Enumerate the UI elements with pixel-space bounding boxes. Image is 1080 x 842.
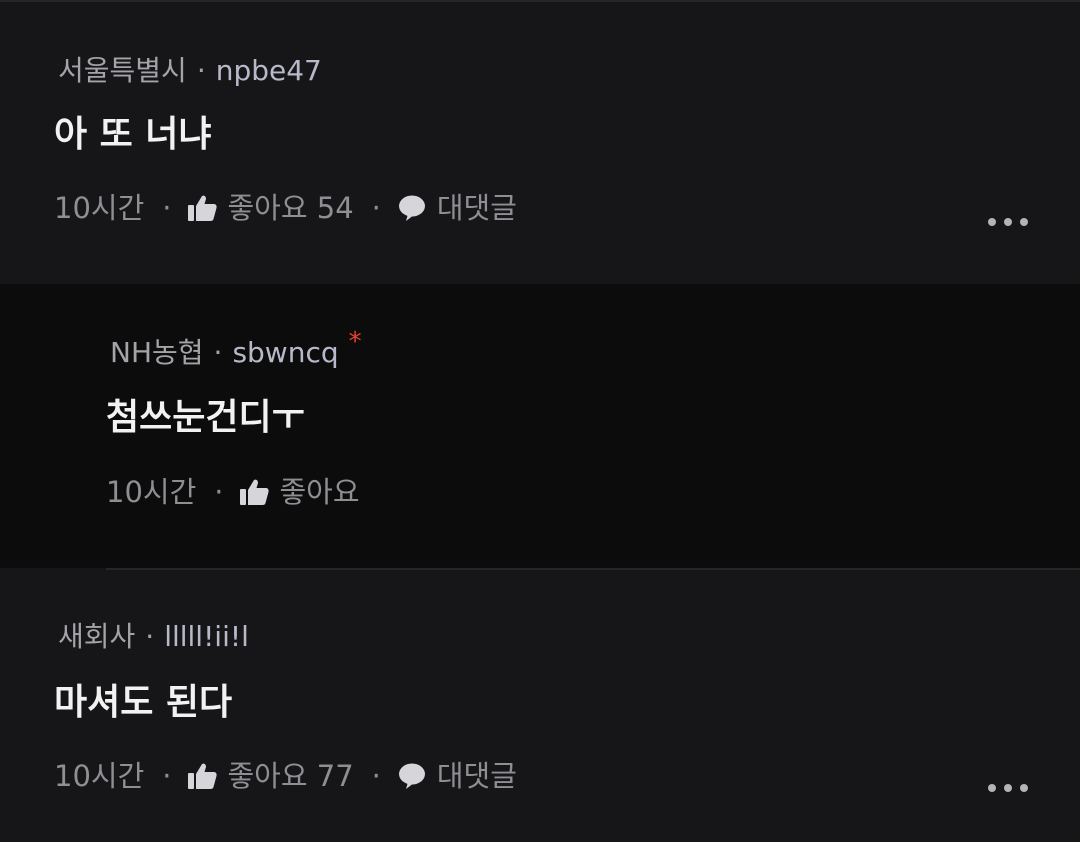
author-badge: * <box>348 327 362 357</box>
comment-time: 10시간 <box>54 759 145 793</box>
comment-actions: 10시간 · 좋아요 54 · 대댓글 <box>54 190 517 226</box>
like-label: 좋아요 <box>227 759 308 793</box>
more-options-icon[interactable] <box>988 216 1028 228</box>
thumbs-up-icon[interactable] <box>187 762 218 790</box>
reply-item: NH농협 · sbwncq * 첨쓰눈건디ㅜ 10시간 · 좋아요 <box>0 284 1080 568</box>
thumbs-up-icon[interactable] <box>187 194 218 222</box>
author-location: NH농협 <box>110 336 204 369</box>
like-button[interactable]: 좋아요 <box>279 474 359 510</box>
author-username[interactable]: npbe47 <box>216 54 322 87</box>
action-separator: · <box>162 191 172 225</box>
like-button[interactable]: 좋아요 77 <box>227 758 353 794</box>
comment-actions: 10시간 · 좋아요 77 · 대댓글 <box>54 758 517 794</box>
author-username[interactable]: sbwncq <box>232 336 338 369</box>
comment-actions: 10시간 · 좋아요 <box>106 474 360 510</box>
comment-meta: 새회사 · lllll!ii!l <box>58 620 249 654</box>
action-separator: · <box>162 759 172 793</box>
speech-bubble-icon[interactable] <box>397 194 427 222</box>
meta-separator: · <box>145 620 155 653</box>
comment-text: 첨쓰눈건디ㅜ <box>106 397 305 438</box>
comment-meta: 서울특별시 · npbe47 <box>58 54 322 88</box>
like-count: 77 <box>316 759 354 793</box>
author-location: 새회사 <box>58 620 136 653</box>
reply-button[interactable]: 대댓글 <box>437 190 517 226</box>
comment-meta: NH농협 · sbwncq * <box>110 327 362 371</box>
author-username[interactable]: lllll!ii!l <box>164 620 249 653</box>
comment-text: 마셔도 된다 <box>54 682 233 723</box>
reply-button[interactable]: 대댓글 <box>437 758 517 794</box>
author-location: 서울특별시 <box>58 54 187 87</box>
comment-item: 새회사 · lllll!ii!l 마셔도 된다 10시간 · 좋아요 77 · 대댓… <box>0 570 1080 842</box>
speech-bubble-icon[interactable] <box>397 762 427 790</box>
comment-text: 아 또 너냐 <box>54 114 212 155</box>
comment-thread: 서울특별시 · npbe47 아 또 너냐 10시간 · 좋아요 54 · 대댓글 … <box>0 0 1080 842</box>
like-label: 좋아요 <box>227 191 308 225</box>
thumbs-up-icon[interactable] <box>239 478 270 506</box>
comment-time: 10시간 <box>54 191 145 225</box>
more-options-icon[interactable] <box>988 782 1028 794</box>
meta-separator: · <box>213 336 223 369</box>
like-button[interactable]: 좋아요 54 <box>227 190 353 226</box>
action-separator: · <box>371 191 381 225</box>
action-separator: · <box>214 475 224 509</box>
like-count: 54 <box>316 191 354 225</box>
comment-time: 10시간 <box>106 475 197 509</box>
action-separator: · <box>371 759 381 793</box>
meta-separator: · <box>196 54 206 87</box>
comment-item: 서울특별시 · npbe47 아 또 너냐 10시간 · 좋아요 54 · 대댓글 <box>0 2 1080 282</box>
